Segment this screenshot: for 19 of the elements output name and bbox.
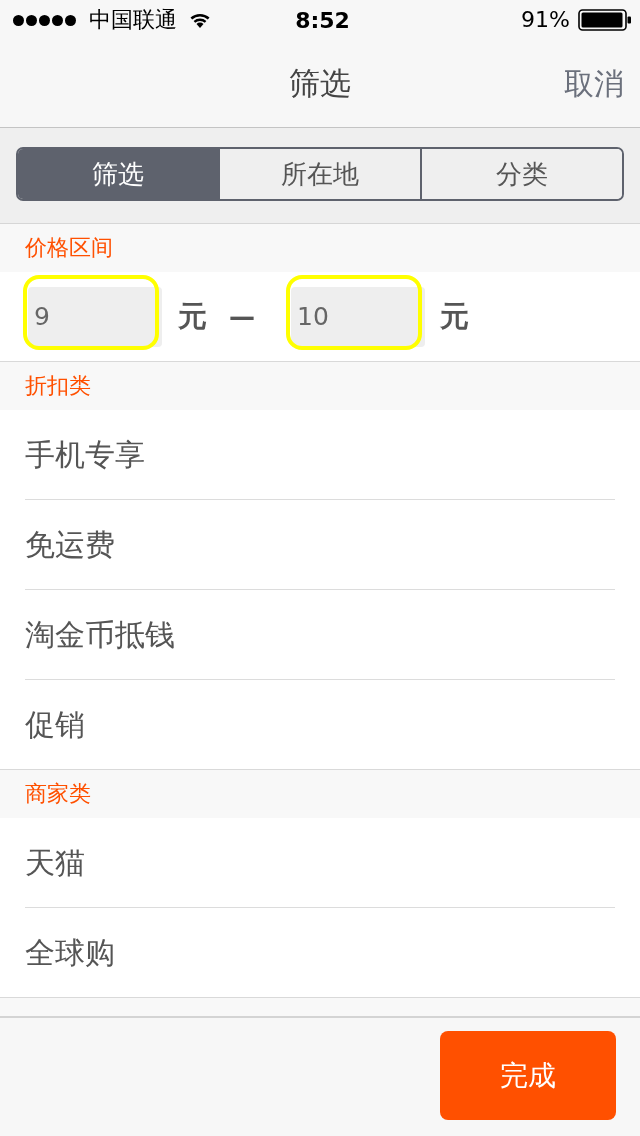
signal-icon [13, 14, 77, 26]
range-dash: — [229, 303, 255, 330]
battery-percentage: 91% [521, 9, 570, 31]
section-header: 折扣类 [25, 375, 91, 397]
segment-tab[interactable]: 分类 [420, 149, 622, 199]
currency-unit: 元 [178, 302, 207, 331]
wifi-icon [189, 12, 211, 28]
price-input-field[interactable]: 9 [28, 286, 162, 347]
clock-time: 8:52 [295, 7, 350, 33]
done-button[interactable]: 完成 [440, 1031, 616, 1120]
section-header: 价格区间 [25, 237, 113, 259]
carrier-name: 中国联通 [89, 9, 177, 31]
battery-icon [578, 9, 632, 31]
price-input-field[interactable]: 10 [291, 286, 425, 347]
section-header: 商家类 [25, 783, 91, 805]
cancel-button[interactable]: 取消 [564, 65, 624, 102]
currency-unit: 元 [440, 302, 469, 331]
segment-tab[interactable]: 筛选 [18, 149, 218, 199]
screen-title: 筛选 [289, 64, 351, 103]
